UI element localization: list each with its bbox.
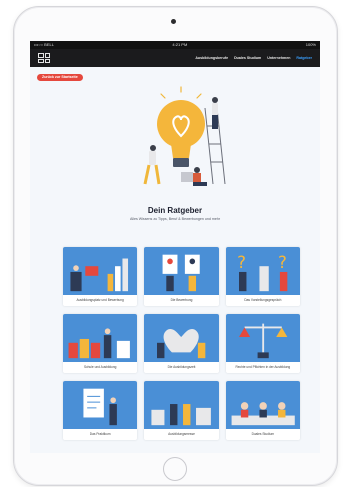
time-text: 4:21 PM bbox=[172, 42, 188, 47]
nav-links: Ausbildungsberufe Duales Studium Unterne… bbox=[195, 56, 312, 60]
card-illustration bbox=[225, 314, 300, 362]
status-bar: •••○○ BELL 4:21 PM 100% bbox=[30, 41, 320, 49]
back-to-home-button[interactable]: Zurück zur Startseite bbox=[37, 74, 83, 81]
card-rechte-pflichten[interactable]: Rechte und Pflichten in der Ausbildung bbox=[225, 314, 300, 373]
card-illustration bbox=[63, 314, 138, 362]
card-duales-studium[interactable]: Duales Studium bbox=[225, 381, 300, 440]
card-illustration bbox=[144, 314, 219, 362]
card-illustration bbox=[144, 247, 219, 295]
battery-text: 100% bbox=[305, 42, 316, 47]
guide-card-grid: Ausbildungsplatz und Bewerbung Die Bewer… bbox=[63, 247, 300, 440]
hero-lightbulb-illustration bbox=[143, 86, 226, 186]
nav-link-ratgeber[interactable]: Ratgeber bbox=[296, 56, 312, 60]
home-button[interactable] bbox=[163, 457, 187, 481]
card-label: Schule und Ausbildung bbox=[83, 364, 117, 369]
card-illustration bbox=[63, 247, 138, 295]
card-label: Das Praktikum bbox=[89, 431, 111, 436]
svg-text:?: ? bbox=[237, 253, 246, 273]
camera-dot bbox=[171, 19, 176, 24]
card-ausbildungszeit[interactable]: Die Ausbildungszeit bbox=[144, 314, 219, 373]
nav-link-duales-studium[interactable]: Duales Studium bbox=[234, 56, 261, 60]
card-praktikum[interactable]: Das Praktikum bbox=[63, 381, 138, 440]
card-illustration bbox=[225, 381, 300, 429]
card-label: Das Vorstellungsgespräch bbox=[244, 297, 282, 302]
carrier-text: •••○○ BELL bbox=[34, 42, 54, 47]
card-ausbildungsmesse[interactable]: Ausbildungsmesse bbox=[144, 381, 219, 440]
card-illustration: ? ? bbox=[225, 247, 300, 295]
card-label: Ausbildungsmesse bbox=[168, 431, 195, 436]
svg-text:?: ? bbox=[278, 253, 287, 273]
card-illustration bbox=[144, 381, 219, 429]
tablet-frame: •••○○ BELL 4:21 PM 100% Ausbildungsberuf… bbox=[13, 6, 338, 486]
card-bewerbung[interactable]: Die Bewerbung bbox=[144, 247, 219, 306]
nav-link-unternehmen[interactable]: Unternehmen bbox=[267, 56, 290, 60]
card-label: Die Bewerbung bbox=[170, 297, 193, 302]
page-subtitle: Alles Wissens zu Tipps, Beruf & Bewerbun… bbox=[129, 217, 221, 221]
page-title: Dein Ratgeber bbox=[147, 206, 203, 215]
screen: •••○○ BELL 4:21 PM 100% Ausbildungsberuf… bbox=[30, 41, 320, 453]
card-label: Ausbildungsplatz und Bewerbung bbox=[76, 297, 124, 302]
card-schule-ausbildung[interactable]: Schule und Ausbildung bbox=[63, 314, 138, 373]
top-navbar: Ausbildungsberufe Duales Studium Unterne… bbox=[30, 49, 320, 67]
card-label: Die Ausbildungszeit bbox=[167, 364, 196, 369]
card-ausbildungsplatz[interactable]: Ausbildungsplatz und Bewerbung bbox=[63, 247, 138, 306]
card-vorstellungsgespraech[interactable]: ? ? Das Vorstellungsgespräch bbox=[225, 247, 300, 306]
card-label: Duales Studium bbox=[251, 431, 275, 436]
card-illustration bbox=[63, 381, 138, 429]
logo-icon[interactable] bbox=[38, 53, 50, 63]
card-label: Rechte und Pflichten in der Ausbildung bbox=[235, 364, 291, 369]
nav-link-ausbildungsberufe[interactable]: Ausbildungsberufe bbox=[195, 56, 228, 60]
